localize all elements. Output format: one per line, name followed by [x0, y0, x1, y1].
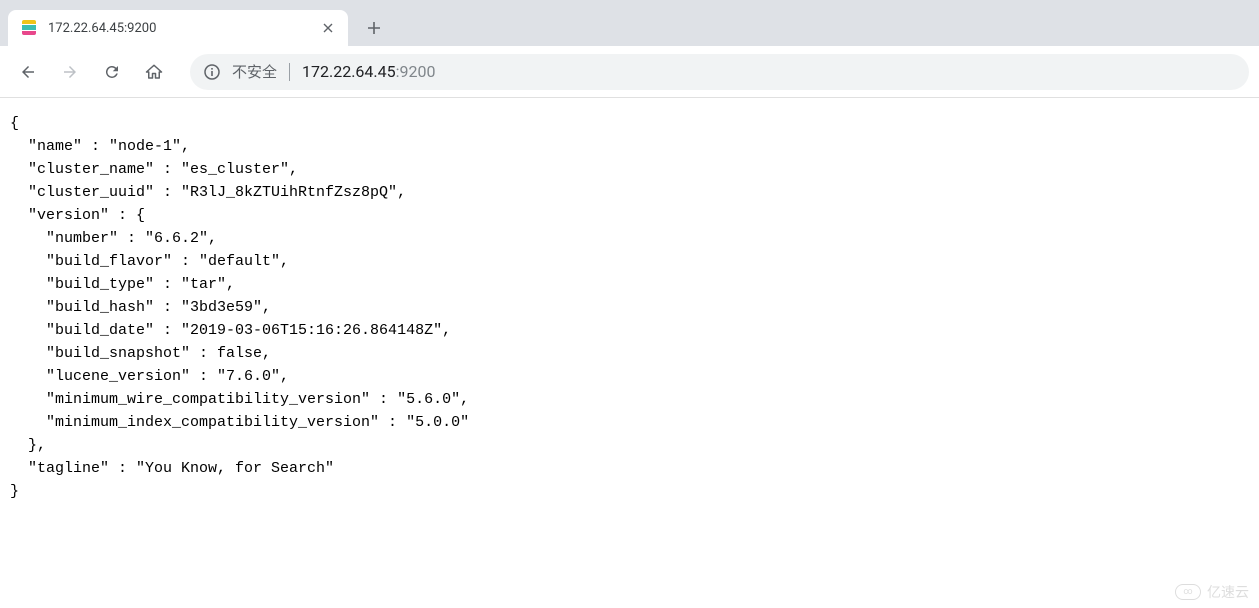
toolbar: 不安全 172.22.64.45:9200 — [0, 46, 1259, 98]
elasticsearch-favicon-icon — [20, 19, 38, 37]
watermark-text: 亿速云 — [1207, 582, 1249, 602]
info-icon[interactable] — [204, 64, 220, 80]
browser-tab[interactable]: 172.22.64.45:9200 — [8, 10, 348, 46]
url-display: 172.22.64.45:9200 — [302, 62, 435, 81]
close-tab-button[interactable] — [320, 20, 336, 36]
reload-button[interactable] — [94, 54, 130, 90]
url-port: :9200 — [396, 62, 436, 81]
json-response-body: { "name" : "node-1", "cluster_name" : "e… — [0, 98, 1259, 517]
separator — [289, 63, 290, 81]
security-status: 不安全 — [232, 61, 277, 82]
cloud-icon: ∞ — [1175, 584, 1201, 600]
home-button[interactable] — [136, 54, 172, 90]
tab-bar: 172.22.64.45:9200 — [0, 0, 1259, 46]
watermark: ∞ 亿速云 — [1175, 582, 1249, 602]
back-button[interactable] — [10, 54, 46, 90]
address-bar[interactable]: 不安全 172.22.64.45:9200 — [190, 54, 1249, 90]
url-host: 172.22.64.45 — [302, 62, 396, 81]
tab-title: 172.22.64.45:9200 — [48, 21, 310, 36]
new-tab-button[interactable] — [360, 14, 388, 42]
forward-button[interactable] — [52, 54, 88, 90]
